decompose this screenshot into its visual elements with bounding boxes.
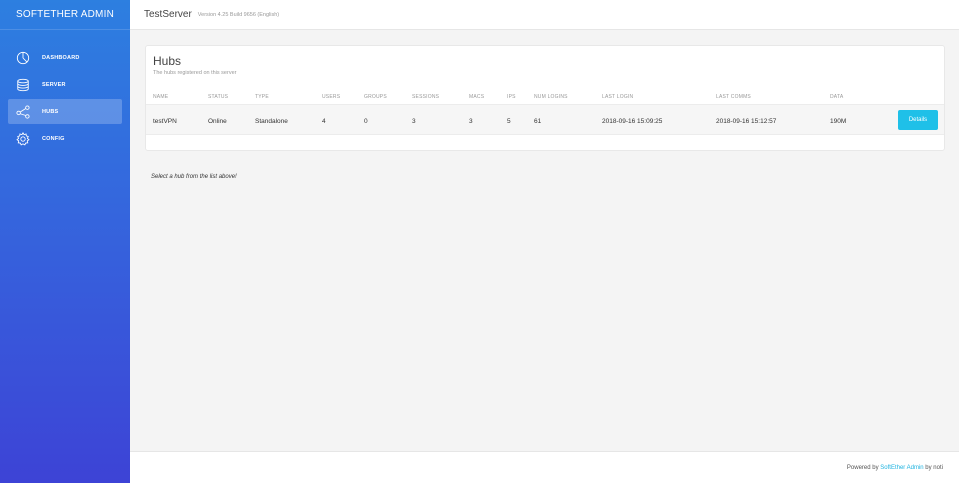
column-header-ips: IPS	[507, 94, 516, 100]
column-header-status: STATUS	[208, 94, 229, 100]
column-header-macs: MACS	[469, 94, 485, 100]
column-header-name: NAME	[153, 94, 169, 100]
hub-macs: 3	[469, 118, 473, 125]
gear-icon	[16, 131, 30, 146]
brand-title[interactable]: SOFTETHER ADMIN	[0, 0, 130, 30]
database-icon	[16, 78, 30, 92]
hub-data: 190M	[830, 118, 847, 125]
column-header-data: DATA	[830, 94, 844, 100]
hub-last-comms: 2018-09-16 15:12:57	[716, 118, 777, 125]
hub-name: testVPN	[153, 118, 177, 125]
sidebar-item-dashboard[interactable]: DASHBOARD	[8, 45, 122, 70]
softether-admin-link[interactable]: SoftEther Admin	[880, 465, 923, 471]
footer-prefix: Powered by	[846, 465, 881, 471]
hub-type: Standalone	[255, 118, 288, 125]
hub-groups: 0	[364, 118, 368, 125]
hub-ips: 5	[507, 118, 511, 125]
hub-users: 4	[322, 118, 326, 125]
table-row[interactable]: testVPN Online Standalone 4 0 3 3 5 61 2…	[146, 104, 944, 135]
hub-status: Online	[208, 118, 227, 125]
share-nodes-icon	[16, 104, 30, 119]
sidebar-item-label: DASHBOARD	[42, 54, 80, 61]
hub-sessions: 3	[412, 118, 416, 125]
gauge-icon	[16, 51, 30, 65]
hub-num-logins: 61	[534, 118, 542, 125]
column-header-users: USERS	[322, 94, 341, 100]
top-bar: TestServer Version 4.25 Build 9656 (Engl…	[130, 0, 959, 30]
sidebar-item-label: HUBS	[42, 108, 59, 115]
sidebar-item-label: CONFIG	[42, 135, 65, 142]
sidebar-item-label: SERVER	[42, 81, 66, 88]
sidebar-item-config[interactable]: CONFIG	[8, 126, 122, 151]
select-hub-hint: Select a hub from the list above!	[151, 174, 237, 180]
sidebar-item-server[interactable]: SERVER	[8, 72, 122, 97]
footer-credit: Powered by SoftEther Admin by noti	[847, 465, 943, 471]
details-button[interactable]: Details	[898, 110, 938, 130]
column-header-last-login: LAST LOGIN	[602, 94, 634, 100]
sidebar: SOFTETHER ADMIN DASHBOARD SERVER HUBS CO…	[0, 0, 130, 483]
column-header-last-comms: LAST COMMS	[716, 94, 751, 100]
hub-last-login: 2018-09-16 15:09:25	[602, 118, 663, 125]
server-name: TestServer	[144, 9, 192, 20]
footer: Powered by SoftEther Admin by noti	[130, 451, 959, 483]
sidebar-item-hubs[interactable]: HUBS	[8, 99, 122, 124]
hubs-card: Hubs The hubs registered on this server …	[145, 45, 945, 151]
card-title: Hubs	[153, 54, 182, 68]
server-version: Version 4.25 Build 9656 (English)	[197, 11, 280, 18]
column-header-type: TYPE	[255, 94, 269, 100]
card-subtitle: The hubs registered on this server	[153, 70, 237, 76]
sidebar-nav: DASHBOARD SERVER HUBS CONFIG	[0, 45, 130, 151]
column-header-groups: GROUPS	[364, 94, 387, 100]
footer-suffix: by noti	[923, 465, 943, 471]
column-header-num-logins: NUM LOGINS	[534, 94, 568, 100]
column-header-sessions: SESSIONS	[412, 94, 440, 100]
